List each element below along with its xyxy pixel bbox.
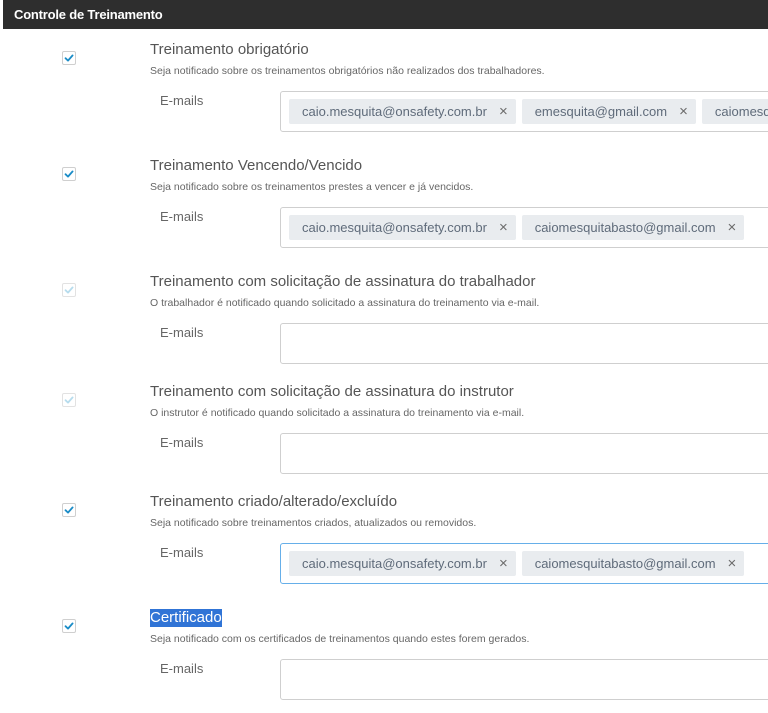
check-icon: [64, 622, 74, 630]
email-tag-text: caiomesquitabasto@gmail.com: [714, 104, 768, 119]
close-icon[interactable]: ×: [679, 99, 688, 124]
email-tag: caiomesquitabasto@gmail.com×: [701, 99, 768, 124]
notification-description: Seja notificado sobre treinamentos criad…: [150, 517, 477, 529]
email-tag: caio.mesquita@onsafety.com.br ×: [289, 215, 516, 240]
emails-label: E-mails: [160, 209, 204, 224]
email-tag-text: caio.mesquita@onsafety.com.br: [302, 220, 487, 235]
email-tag: caio.mesquita@onsafety.com.br ×: [289, 99, 516, 124]
email-tags: caio.mesquita@onsafety.com.br × caiomesqui…: [289, 551, 745, 576]
notification-description: O trabalhador é notificado quando solici…: [150, 297, 540, 309]
notification-title: Treinamento Vencendo/Vencido: [150, 157, 363, 174]
email-tag: caio.mesquita@onsafety.com.br ×: [289, 551, 516, 576]
notification-title: Treinamento obrigatório: [150, 41, 309, 58]
close-icon[interactable]: ×: [499, 551, 508, 576]
close-icon[interactable]: ×: [728, 215, 737, 240]
check-icon: [64, 286, 74, 294]
notification-description: O instrutor é notificado quando solicita…: [150, 407, 525, 419]
emails-input[interactable]: caio.mesquita@onsafety.com.br × emesquita@…: [280, 91, 768, 132]
emails-label: E-mails: [160, 325, 204, 340]
notification-title: Treinamento com solicitação de assinatur…: [150, 273, 536, 290]
close-icon[interactable]: ×: [728, 551, 737, 576]
email-tag: caiomesquitabasto@gmail.com ×: [521, 551, 745, 576]
email-tag: caiomesquitabasto@gmail.com ×: [521, 215, 745, 240]
emails-input[interactable]: [280, 659, 768, 700]
notification-checkbox[interactable]: [62, 619, 76, 633]
notification-description: Seja notificado sobre os treinamentos ob…: [150, 65, 545, 77]
check-icon: [64, 54, 74, 62]
emails-label: E-mails: [160, 545, 204, 560]
email-tags: caio.mesquita@onsafety.com.br × caiomesqui…: [289, 215, 745, 240]
emails-input[interactable]: [280, 323, 768, 364]
notification-description: Seja notificado com os certificados de t…: [150, 633, 530, 645]
check-icon: [64, 396, 74, 404]
email-tag-text: caiomesquitabasto@gmail.com: [534, 220, 716, 235]
notification-settings-panel: Controle de Treinamento Treinamento obri…: [0, 0, 768, 713]
emails-label: E-mails: [160, 93, 204, 108]
emails-input[interactable]: caio.mesquita@onsafety.com.br × caiomesqui…: [280, 207, 768, 248]
email-tag-text: caio.mesquita@onsafety.com.br: [302, 556, 487, 571]
email-tag-text: caiomesquitabasto@gmail.com: [534, 556, 716, 571]
notification-checkbox[interactable]: [62, 503, 76, 517]
close-icon[interactable]: ×: [499, 99, 508, 124]
notification-checkbox[interactable]: [62, 167, 76, 181]
check-icon: [64, 170, 74, 178]
emails-input[interactable]: [280, 433, 768, 474]
email-tag-text: caio.mesquita@onsafety.com.br: [302, 104, 487, 119]
email-tag: emesquita@gmail.com ×: [521, 99, 696, 124]
emails-input[interactable]: caio.mesquita@onsafety.com.br × caiomesqui…: [280, 543, 768, 584]
notification-title: Certificado: [150, 609, 222, 627]
section-header: Controle de Treinamento: [3, 0, 768, 29]
close-icon[interactable]: ×: [499, 215, 508, 240]
emails-label: E-mails: [160, 661, 204, 676]
notification-description: Seja notificado sobre os treinamentos pr…: [150, 181, 474, 193]
notification-title: Treinamento com solicitação de assinatur…: [150, 383, 514, 400]
notification-checkbox: [62, 283, 76, 297]
check-icon: [64, 506, 74, 514]
email-tag-text: emesquita@gmail.com: [534, 104, 668, 119]
notification-title: Treinamento criado/alterado/excluído: [150, 493, 398, 510]
notification-checkbox[interactable]: [62, 51, 76, 65]
notification-checkbox: [62, 393, 76, 407]
email-tags: caio.mesquita@onsafety.com.br × emesquita@…: [289, 99, 768, 124]
emails-label: E-mails: [160, 435, 204, 450]
